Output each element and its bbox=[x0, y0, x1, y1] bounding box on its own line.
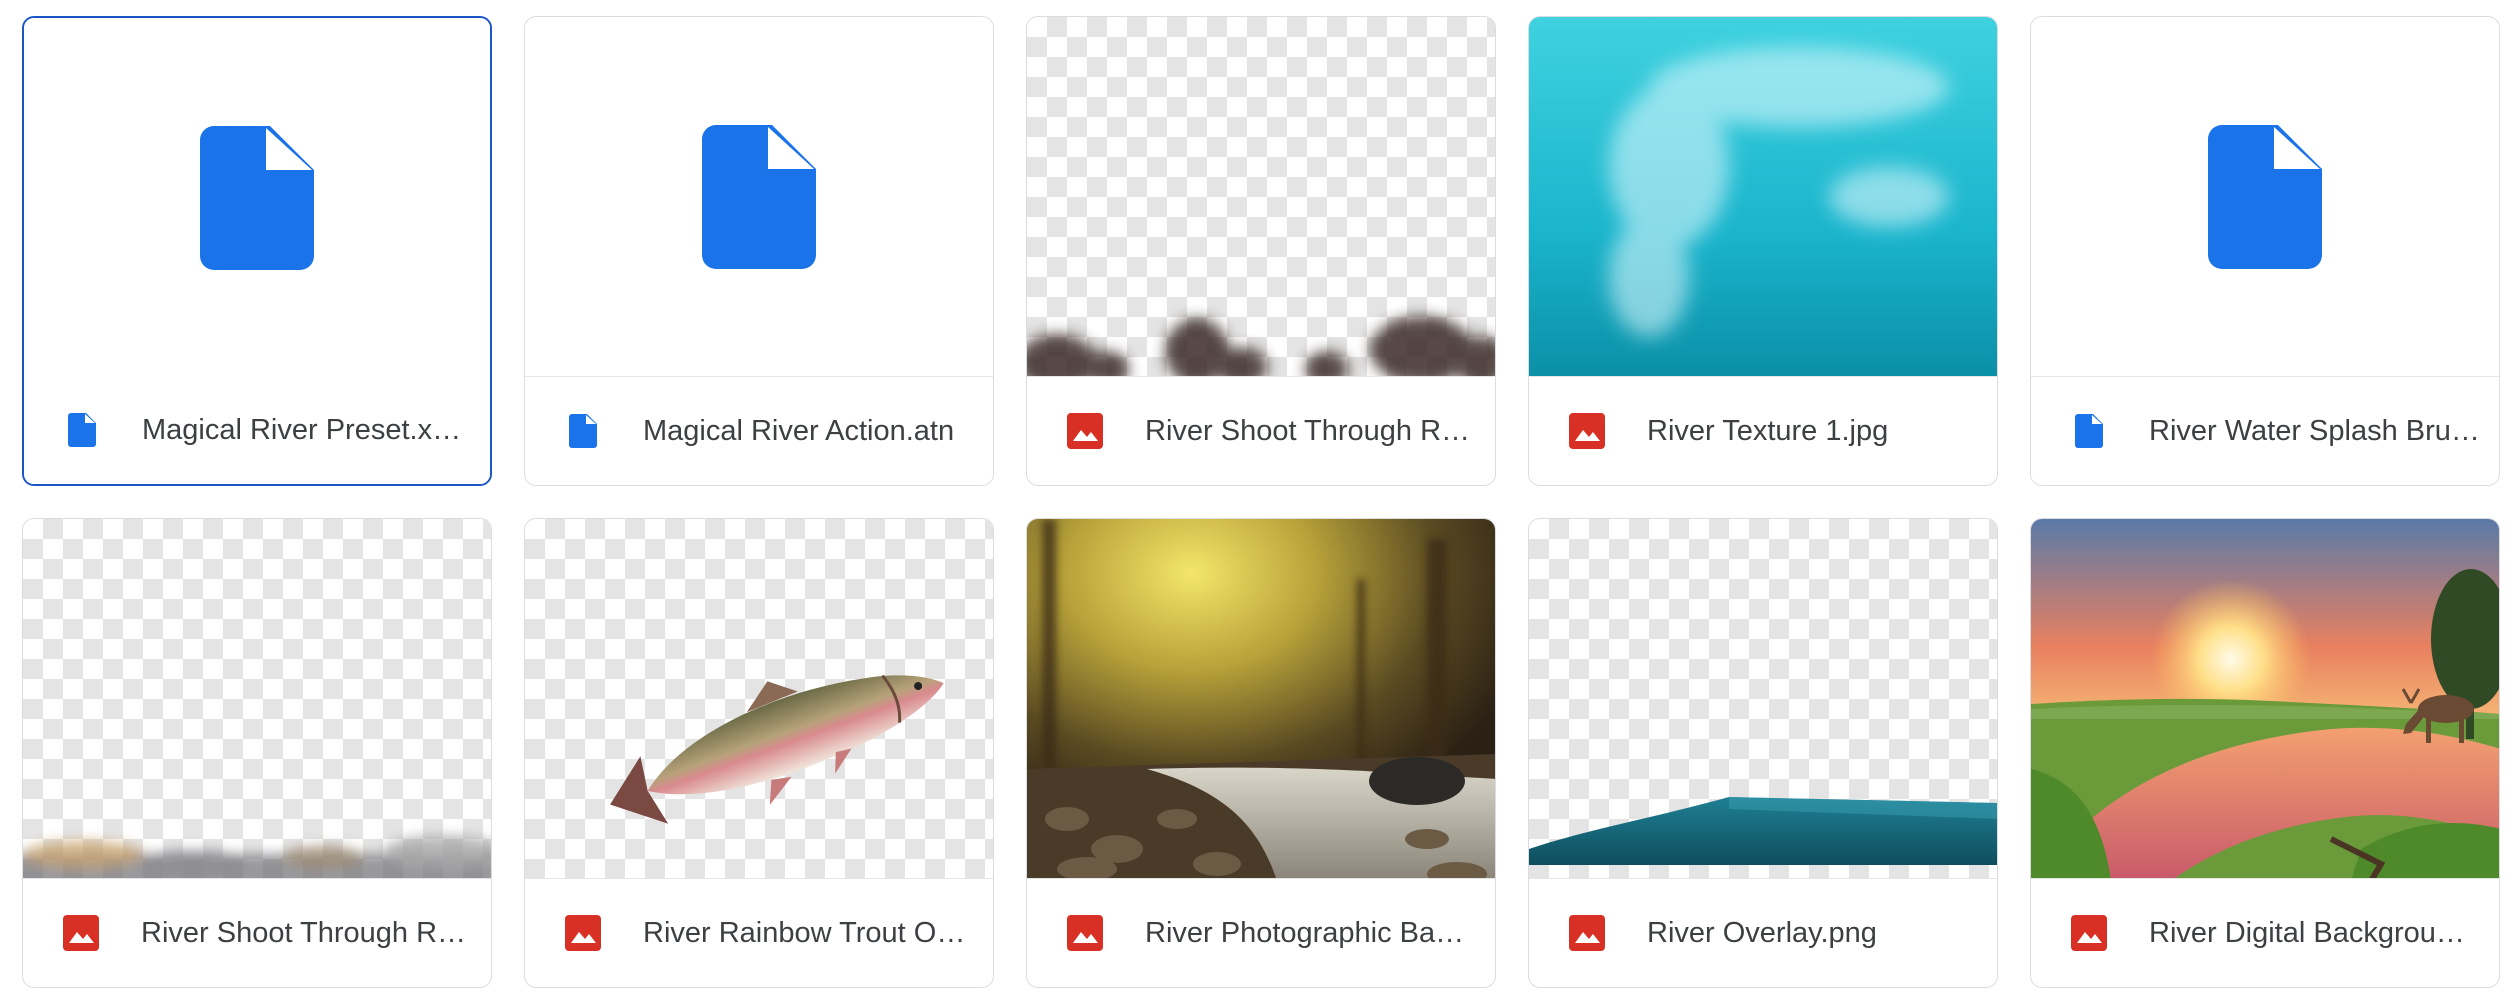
image-icon bbox=[1569, 915, 1605, 951]
file-card-footer: River Texture 1.jpg bbox=[1529, 376, 1997, 485]
file-preview bbox=[2031, 519, 2499, 881]
document-icon bbox=[702, 125, 816, 269]
file-card-footer: River Water Splash Bru… bbox=[2031, 376, 2499, 485]
file-name: River Photographic Ba… bbox=[1145, 916, 1465, 949]
file-card-footer: River Rainbow Trout O… bbox=[525, 878, 993, 987]
image-icon bbox=[1067, 915, 1103, 951]
image-icon bbox=[63, 915, 99, 951]
file-preview bbox=[1529, 519, 1997, 881]
file-preview bbox=[1529, 17, 1997, 379]
transparent-foliage-silhouette bbox=[1027, 316, 1495, 379]
file-card-magical-river-action[interactable]: Magical River Action.atn bbox=[524, 16, 994, 486]
sunset-river-deer bbox=[2031, 519, 2499, 881]
file-name: Magical River Action.atn bbox=[643, 414, 955, 447]
image-icon bbox=[2071, 915, 2107, 951]
file-card-river-overlay[interactable]: River Overlay.png bbox=[1528, 518, 1998, 988]
file-name: River Texture 1.jpg bbox=[1647, 414, 1889, 447]
file-card-river-water-splash-brushes[interactable]: River Water Splash Bru… bbox=[2030, 16, 2500, 486]
file-name: River Shoot Through R… bbox=[1145, 414, 1471, 447]
image-icon bbox=[1569, 413, 1605, 449]
file-card-river-photographic-background[interactable]: River Photographic Ba… bbox=[1026, 518, 1496, 988]
file-name: River Shoot Through R… bbox=[141, 916, 467, 949]
rainbow-trout-fish bbox=[610, 674, 944, 824]
document-icon bbox=[200, 126, 314, 270]
file-preview bbox=[525, 17, 993, 379]
file-name: River Water Splash Bru… bbox=[2149, 414, 2480, 447]
forest-stream-photo bbox=[1027, 519, 1495, 881]
document-icon bbox=[64, 412, 100, 448]
document-icon bbox=[565, 413, 601, 449]
file-preview bbox=[23, 519, 491, 881]
file-card-footer: River Shoot Through R… bbox=[1027, 376, 1495, 485]
transparent-blurred-rocks bbox=[23, 835, 491, 881]
document-icon bbox=[2208, 125, 2322, 269]
file-preview bbox=[525, 519, 993, 881]
document-icon bbox=[2071, 413, 2107, 449]
image-icon bbox=[565, 915, 601, 951]
file-name: River Digital Backgrou… bbox=[2149, 916, 2465, 949]
file-grid: Magical River Preset.x… Magical River Ac… bbox=[22, 16, 2500, 988]
file-card-magical-river-preset[interactable]: Magical River Preset.x… bbox=[22, 16, 492, 486]
file-card-river-shoot-through-1[interactable]: River Shoot Through R… bbox=[1026, 16, 1496, 486]
file-name: Magical River Preset.x… bbox=[142, 413, 462, 446]
file-card-footer: River Shoot Through R… bbox=[23, 878, 491, 987]
file-card-river-texture-1[interactable]: River Texture 1.jpg bbox=[1528, 16, 1998, 486]
image-icon bbox=[1067, 413, 1103, 449]
file-card-footer: River Overlay.png bbox=[1529, 878, 1997, 987]
file-name: River Rainbow Trout O… bbox=[643, 916, 966, 949]
file-preview bbox=[1027, 519, 1495, 881]
file-card-footer: River Digital Backgrou… bbox=[2031, 878, 2499, 987]
file-card-river-digital-background[interactable]: River Digital Backgrou… bbox=[2030, 518, 2500, 988]
file-card-footer: Magical River Action.atn bbox=[525, 376, 993, 485]
file-card-footer: River Photographic Ba… bbox=[1027, 878, 1495, 987]
file-card-footer: Magical River Preset.x… bbox=[24, 376, 490, 484]
file-preview bbox=[1027, 17, 1495, 379]
file-preview bbox=[24, 18, 490, 380]
turquoise-water-texture bbox=[1529, 17, 1997, 379]
transparent-water-overlay bbox=[1529, 797, 1997, 865]
file-name: River Overlay.png bbox=[1647, 916, 1877, 949]
file-card-river-rainbow-trout[interactable]: River Rainbow Trout O… bbox=[524, 518, 994, 988]
file-card-river-shoot-through-2[interactable]: River Shoot Through R… bbox=[22, 518, 492, 988]
file-preview bbox=[2031, 17, 2499, 379]
